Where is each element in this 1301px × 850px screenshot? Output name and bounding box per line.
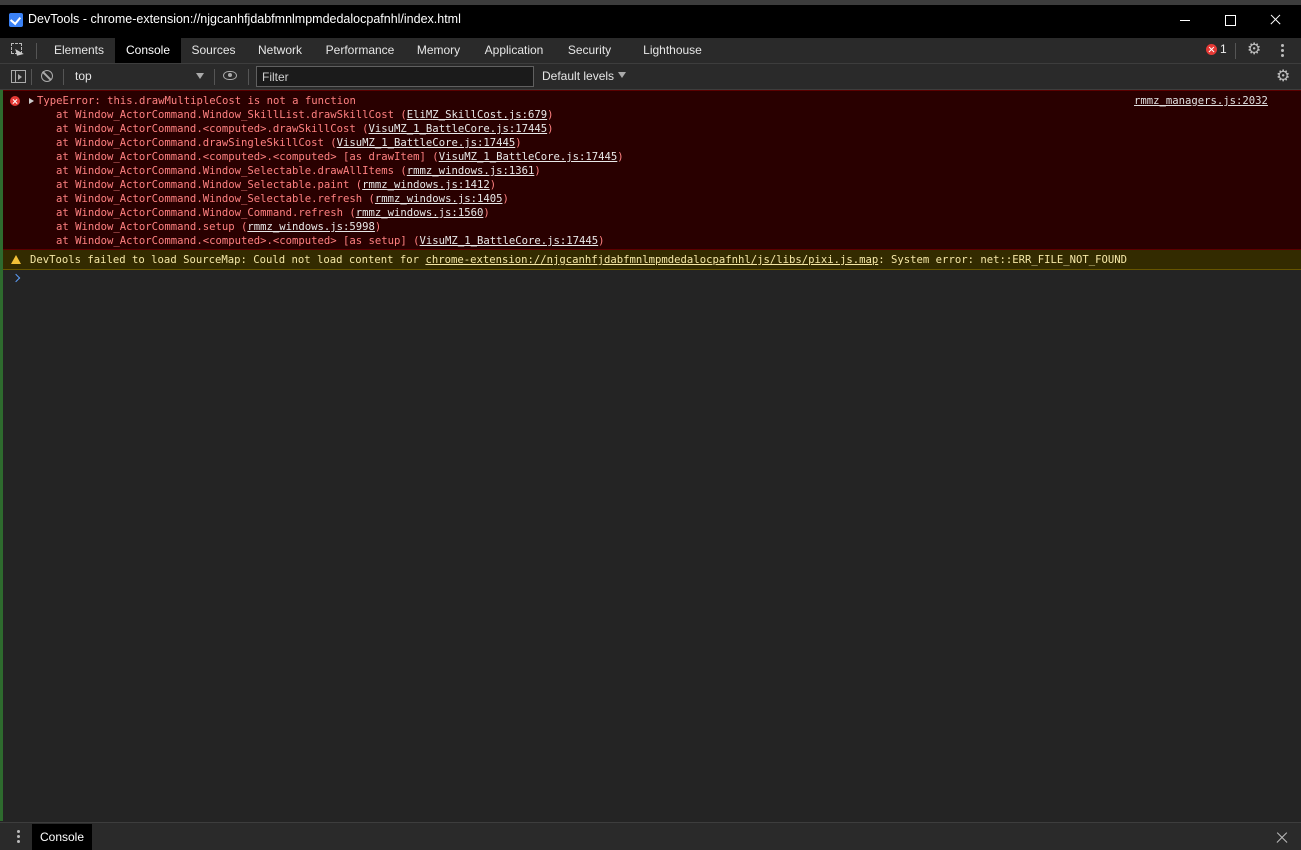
stack-frame: at Window_ActorCommand.Window_SkillList.…: [56, 109, 554, 121]
console-toolbar: top Default levels ⚙: [0, 64, 1301, 90]
tab-network[interactable]: Network: [247, 38, 313, 63]
console-messages[interactable]: TypeError: this.drawMultipleCost is not …: [0, 90, 1301, 821]
stack-frame-link[interactable]: rmmz_windows.js:1405: [375, 193, 503, 205]
stack-frame-link[interactable]: rmmz_windows.js:1361: [407, 165, 535, 177]
log-levels-dropdown[interactable]: Default levels: [542, 64, 627, 89]
chevron-down-icon: [618, 71, 627, 78]
stack-frame: at Window_ActorCommand.Window_Command.re…: [56, 207, 490, 219]
gear-icon[interactable]: ⚙: [1276, 68, 1290, 84]
stack-frame-link[interactable]: rmmz_windows.js:1560: [356, 207, 484, 219]
error-count: 1: [1220, 42, 1227, 56]
stack-frame-link[interactable]: rmmz_windows.js:1412: [362, 179, 490, 191]
drawer-bar: Console: [0, 822, 1301, 850]
tab-sources[interactable]: Sources: [183, 38, 244, 63]
warning-message: DevTools failed to load SourceMap: Could…: [3, 250, 1301, 270]
error-headline[interactable]: TypeError: this.drawMultipleCost is not …: [37, 95, 356, 107]
log-levels-label: Default levels: [542, 69, 615, 83]
maximize-button[interactable]: [1207, 5, 1253, 38]
close-icon[interactable]: [1276, 831, 1288, 843]
toolbar-divider: [1235, 43, 1236, 59]
stack-frame: at Window_ActorCommand.<computed>.drawSk…: [56, 123, 554, 135]
devtools-logo-icon: [9, 13, 23, 27]
stack-frame-link[interactable]: VisuMZ_1_BattleCore.js:17445: [369, 123, 548, 135]
sourcemap-link[interactable]: chrome-extension://njgcanhfjdabfmnlmpmde…: [425, 254, 878, 266]
error-message: TypeError: this.drawMultipleCost is not …: [3, 90, 1301, 250]
stack-frame: at Window_ActorCommand.Window_Selectable…: [56, 179, 497, 191]
toolbar-divider: [36, 43, 37, 59]
tab-memory[interactable]: Memory: [407, 38, 470, 63]
tab-performance[interactable]: Performance: [316, 38, 404, 63]
stack-frame-link[interactable]: VisuMZ_1_BattleCore.js:17445: [337, 137, 516, 149]
stack-frame-link[interactable]: VisuMZ_1_BattleCore.js:17445: [420, 235, 599, 247]
stack-frame: at Window_ActorCommand.<computed>.<compu…: [56, 235, 605, 247]
window-title: DevTools - chrome-extension://njgcanhfjd…: [28, 12, 461, 26]
stack-frame: at Window_ActorCommand.Window_Selectable…: [56, 193, 509, 205]
title-bar: DevTools - chrome-extension://njgcanhfjd…: [0, 0, 1301, 38]
toolbar-divider: [214, 69, 215, 85]
clear-console-icon[interactable]: [41, 70, 53, 82]
stack-frame: at Window_ActorCommand.Window_Selectable…: [56, 165, 541, 177]
toolbar-divider: [248, 69, 249, 85]
warning-text: DevTools failed to load SourceMap: Could…: [30, 254, 1128, 266]
gear-icon[interactable]: ⚙: [1247, 41, 1261, 57]
toolbar-divider: [63, 69, 64, 85]
tab-lighthouse[interactable]: Lighthouse: [634, 38, 711, 63]
inspect-element-icon[interactable]: [11, 43, 24, 56]
minimize-button[interactable]: [1162, 5, 1208, 38]
console-prompt-icon[interactable]: [11, 273, 21, 283]
stack-frame-link[interactable]: rmmz_windows.js:5998: [247, 221, 375, 233]
error-icon: [10, 96, 20, 106]
warning-icon: [11, 255, 21, 264]
close-window-button[interactable]: [1252, 5, 1298, 38]
filter-input[interactable]: [256, 66, 534, 87]
kebab-menu-icon[interactable]: [1277, 43, 1287, 59]
kebab-menu-icon[interactable]: [16, 830, 21, 844]
tab-security[interactable]: Security: [558, 38, 621, 63]
stack-frame-link[interactable]: EliMZ_SkillCost.js:679: [407, 109, 547, 121]
devtools-tab-bar: Elements Console Sources Network Perform…: [0, 38, 1301, 64]
error-source-link[interactable]: rmmz_managers.js:2032: [1134, 95, 1268, 107]
tab-elements[interactable]: Elements: [45, 38, 113, 63]
toolbar-divider: [31, 69, 32, 85]
stack-frame: at Window_ActorCommand.setup (rmmz_windo…: [56, 221, 382, 233]
stack-frame: at Window_ActorCommand.drawSingleSkillCo…: [56, 137, 522, 149]
drawer-tab-console[interactable]: Console: [32, 824, 92, 850]
eye-icon[interactable]: [223, 71, 237, 80]
context-value: top: [75, 69, 92, 83]
error-icon: [1206, 44, 1217, 55]
stack-frame: at Window_ActorCommand.<computed>.<compu…: [56, 151, 624, 163]
stack-frame-link[interactable]: VisuMZ_1_BattleCore.js:17445: [439, 151, 618, 163]
show-sidebar-icon[interactable]: [11, 70, 26, 83]
tab-application[interactable]: Application: [473, 38, 555, 63]
context-selector[interactable]: top: [70, 64, 210, 89]
expand-triangle-icon[interactable]: [29, 98, 34, 104]
chevron-down-icon: [196, 73, 204, 79]
tab-console[interactable]: Console: [115, 38, 181, 63]
